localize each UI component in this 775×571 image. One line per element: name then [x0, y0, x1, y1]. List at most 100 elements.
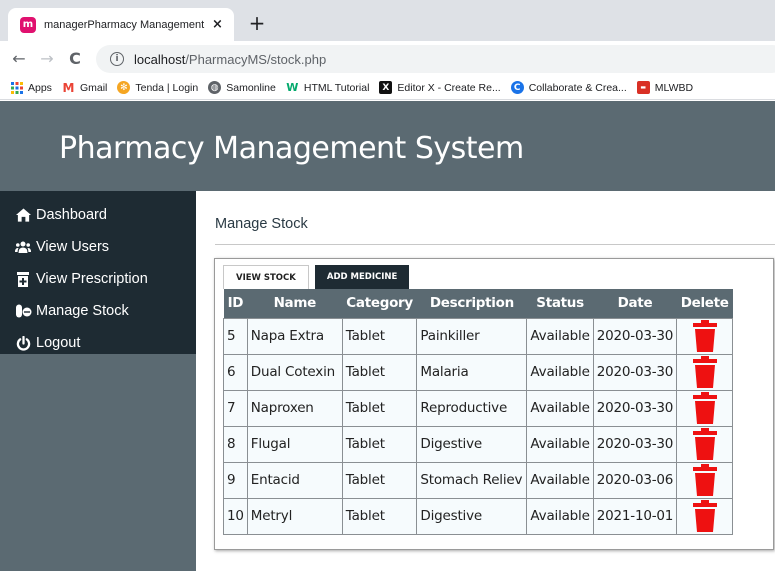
column-header-id: ID [223, 289, 248, 318]
w3-icon: W [286, 81, 299, 94]
cell-description: Reproductive [416, 389, 528, 427]
bookmark-gmail[interactable]: M Gmail [62, 80, 107, 95]
cell-date: 2020-03-06 [592, 461, 678, 499]
table-row: 9 Entacid Tablet Stomach Reliev Availabl… [223, 461, 734, 499]
page-header: Pharmacy Management System [0, 101, 775, 191]
stock-table: ID Name Category Description Status Date… [223, 289, 734, 535]
bookmarks-bar: Apps M Gmail ✻ Tenda | Login ◍ Samonline… [0, 76, 775, 100]
tenda-icon: ✻ [117, 81, 131, 94]
column-header-name: Name [247, 289, 343, 318]
main-content: Manage Stock VIEW STOCK ADD MEDICINE ID … [196, 191, 775, 571]
panel-tabs: VIEW STOCK ADD MEDICINE [223, 265, 410, 289]
prescription-icon [14, 271, 32, 287]
trash-icon[interactable] [692, 320, 718, 352]
cell-delete [676, 425, 734, 463]
browser-tab[interactable]: m managerPharmacy Management × [8, 8, 234, 41]
heading-divider [215, 244, 775, 245]
site-info-icon[interactable]: i [110, 52, 124, 66]
stock-panel: VIEW STOCK ADD MEDICINE ID Name Category… [214, 258, 774, 550]
cell-date: 2020-03-30 [592, 389, 678, 427]
bookmark-apps[interactable]: Apps [10, 81, 52, 94]
sidebar-item-view-users[interactable]: View Users [0, 231, 196, 263]
cell-status: Available [526, 461, 594, 499]
cell-date: 2020-03-30 [592, 317, 678, 355]
tab-view-stock[interactable]: VIEW STOCK [223, 265, 309, 289]
table-row: 8 Flugal Tablet Digestive Available 2020… [223, 425, 734, 463]
trash-icon[interactable] [692, 464, 718, 496]
sidebar: Dashboard View Users View Prescription M… [0, 191, 196, 571]
sidebar-item-logout[interactable]: Logout [0, 327, 196, 359]
cell-category: Tablet [341, 317, 418, 355]
cell-id: 9 [223, 461, 248, 499]
users-icon [14, 241, 32, 253]
sidebar-menu: Dashboard View Users View Prescription M… [0, 191, 196, 354]
cell-name: Metryl [246, 497, 343, 535]
cell-category: Tablet [341, 497, 418, 535]
sidebar-item-label: Logout [36, 335, 81, 351]
bookmark-samonline[interactable]: ◍ Samonline [208, 81, 276, 94]
new-tab-button[interactable]: + [244, 10, 270, 36]
site-favicon-icon: m [20, 16, 36, 33]
bookmark-tenda[interactable]: ✻ Tenda | Login [117, 81, 198, 94]
url-text[interactable]: localhost/PharmacyMS/stock.php [134, 52, 326, 67]
sidebar-item-dashboard[interactable]: Dashboard [0, 199, 196, 231]
cell-delete [676, 461, 734, 499]
trash-icon[interactable] [692, 356, 718, 388]
cell-category: Tablet [341, 425, 418, 463]
table-header-row: ID Name Category Description Status Date… [223, 289, 733, 318]
bookmark-editor-x[interactable]: X Editor X - Create Re... [379, 81, 501, 94]
pills-icon [14, 304, 32, 318]
bookmark-collaborate[interactable]: C Collaborate & Crea... [510, 81, 627, 94]
back-button[interactable]: ← [8, 47, 30, 69]
sidebar-item-view-prescription[interactable]: View Prescription [0, 263, 196, 295]
section-heading: Manage Stock [215, 216, 308, 232]
cell-description: Digestive [416, 497, 528, 535]
cell-status: Available [526, 389, 594, 427]
column-header-status: Status [526, 289, 594, 318]
cell-name: Entacid [246, 461, 343, 499]
cell-id: 5 [223, 317, 248, 355]
trash-icon[interactable] [692, 392, 718, 424]
home-icon [14, 208, 32, 222]
editorx-icon: X [379, 81, 393, 94]
browser-tabstrip: m managerPharmacy Management × + [0, 0, 775, 41]
column-header-delete: Delete [676, 289, 733, 318]
apps-icon [10, 81, 23, 94]
bookmark-html-tutorial[interactable]: W HTML Tutorial [286, 81, 369, 94]
mlwbd-icon: ▬ [636, 81, 650, 94]
tab-add-medicine[interactable]: ADD MEDICINE [314, 265, 410, 289]
sidebar-item-label: Dashboard [36, 207, 107, 223]
sidebar-item-label: View Users [36, 239, 110, 255]
sidebar-item-manage-stock[interactable]: Manage Stock [0, 295, 196, 327]
cell-name: Flugal [246, 425, 343, 463]
trash-icon[interactable] [692, 500, 718, 532]
forward-button[interactable]: → [36, 47, 58, 69]
power-icon [14, 335, 32, 351]
cell-id: 8 [223, 425, 248, 463]
cell-description: Painkiller [416, 317, 528, 355]
sidebar-item-label: View Prescription [36, 271, 148, 287]
cell-category: Tablet [341, 353, 418, 391]
gmail-icon: M [62, 80, 75, 95]
cell-status: Available [526, 425, 594, 463]
cell-date: 2020-03-30 [592, 353, 678, 391]
trash-icon[interactable] [692, 428, 718, 460]
cell-status: Available [526, 317, 594, 355]
cell-category: Tablet [341, 461, 418, 499]
table-row: 7 Naproxen Tablet Reproductive Available… [223, 389, 734, 427]
cell-delete [676, 353, 734, 391]
cell-id: 10 [223, 497, 248, 535]
globe-icon: ◍ [208, 81, 222, 94]
reload-button[interactable]: C [64, 47, 86, 69]
column-header-description: Description [416, 289, 527, 318]
cell-name: Dual Cotexin [246, 353, 343, 391]
column-header-category: Category [342, 289, 417, 318]
cell-name: Napa Extra [246, 317, 343, 355]
cell-delete [676, 317, 734, 355]
bookmark-mlwbd[interactable]: ▬ MLWBD [636, 81, 693, 94]
page-title: Pharmacy Management System [59, 131, 524, 166]
cell-id: 6 [223, 353, 248, 391]
address-bar[interactable]: i localhost/PharmacyMS/stock.php [96, 45, 775, 73]
cell-delete [676, 389, 734, 427]
close-tab-icon[interactable]: × [212, 17, 223, 32]
